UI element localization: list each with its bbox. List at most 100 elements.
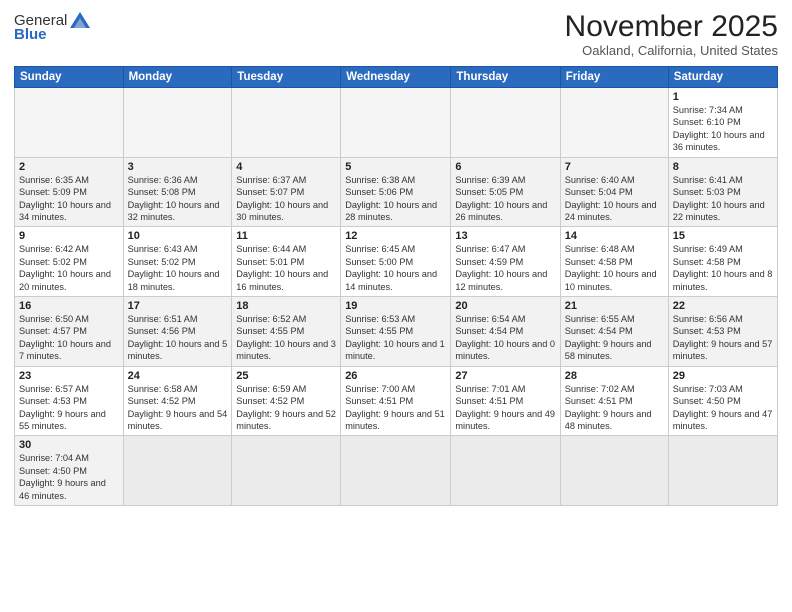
day-number: 30 (19, 439, 119, 451)
calendar-cell: 7Sunrise: 6:40 AM Sunset: 5:04 PM Daylig… (560, 157, 668, 227)
calendar-cell (232, 88, 341, 158)
day-info: Sunrise: 6:43 AM Sunset: 5:02 PM Dayligh… (128, 243, 228, 293)
day-info: Sunrise: 6:42 AM Sunset: 5:02 PM Dayligh… (19, 243, 119, 293)
day-number: 28 (565, 370, 664, 382)
calendar-cell: 24Sunrise: 6:58 AM Sunset: 4:52 PM Dayli… (123, 366, 232, 436)
day-number: 7 (565, 161, 664, 173)
day-info: Sunrise: 7:00 AM Sunset: 4:51 PM Dayligh… (345, 383, 446, 433)
day-number: 23 (19, 370, 119, 382)
calendar-week-row: 30Sunrise: 7:04 AM Sunset: 4:50 PM Dayli… (15, 436, 778, 506)
day-info: Sunrise: 6:47 AM Sunset: 4:59 PM Dayligh… (455, 243, 555, 293)
calendar-cell: 25Sunrise: 6:59 AM Sunset: 4:52 PM Dayli… (232, 366, 341, 436)
calendar-cell (668, 436, 777, 506)
calendar-cell: 17Sunrise: 6:51 AM Sunset: 4:56 PM Dayli… (123, 297, 232, 367)
day-info: Sunrise: 6:44 AM Sunset: 5:01 PM Dayligh… (236, 243, 336, 293)
day-info: Sunrise: 6:35 AM Sunset: 5:09 PM Dayligh… (19, 174, 119, 224)
calendar-cell: 30Sunrise: 7:04 AM Sunset: 4:50 PM Dayli… (15, 436, 124, 506)
header-monday: Monday (123, 67, 232, 88)
calendar-cell (560, 436, 668, 506)
calendar-cell: 4Sunrise: 6:37 AM Sunset: 5:07 PM Daylig… (232, 157, 341, 227)
calendar-cell (15, 88, 124, 158)
title-area: November 2025 Oakland, California, Unite… (565, 10, 778, 58)
calendar-cell (451, 88, 560, 158)
calendar-cell: 1Sunrise: 7:34 AM Sunset: 6:10 PM Daylig… (668, 88, 777, 158)
day-info: Sunrise: 7:01 AM Sunset: 4:51 PM Dayligh… (455, 383, 555, 433)
day-info: Sunrise: 6:53 AM Sunset: 4:55 PM Dayligh… (345, 313, 446, 363)
calendar-week-row: 9Sunrise: 6:42 AM Sunset: 5:02 PM Daylig… (15, 227, 778, 297)
day-number: 10 (128, 230, 228, 242)
day-number: 24 (128, 370, 228, 382)
day-number: 12 (345, 230, 446, 242)
calendar-cell: 12Sunrise: 6:45 AM Sunset: 5:00 PM Dayli… (341, 227, 451, 297)
calendar-week-row: 23Sunrise: 6:57 AM Sunset: 4:53 PM Dayli… (15, 366, 778, 436)
calendar-week-row: 2Sunrise: 6:35 AM Sunset: 5:09 PM Daylig… (15, 157, 778, 227)
day-number: 16 (19, 300, 119, 312)
day-number: 6 (455, 161, 555, 173)
calendar-cell: 9Sunrise: 6:42 AM Sunset: 5:02 PM Daylig… (15, 227, 124, 297)
header-sunday: Sunday (15, 67, 124, 88)
calendar: Sunday Monday Tuesday Wednesday Thursday… (14, 66, 778, 506)
calendar-cell (232, 436, 341, 506)
logo-icon (69, 10, 91, 30)
calendar-cell: 26Sunrise: 7:00 AM Sunset: 4:51 PM Dayli… (341, 366, 451, 436)
day-info: Sunrise: 6:54 AM Sunset: 4:54 PM Dayligh… (455, 313, 555, 363)
calendar-cell: 8Sunrise: 6:41 AM Sunset: 5:03 PM Daylig… (668, 157, 777, 227)
calendar-cell: 3Sunrise: 6:36 AM Sunset: 5:08 PM Daylig… (123, 157, 232, 227)
month-title: November 2025 (565, 10, 778, 43)
calendar-week-row: 1Sunrise: 7:34 AM Sunset: 6:10 PM Daylig… (15, 88, 778, 158)
calendar-cell: 19Sunrise: 6:53 AM Sunset: 4:55 PM Dayli… (341, 297, 451, 367)
day-info: Sunrise: 6:36 AM Sunset: 5:08 PM Dayligh… (128, 174, 228, 224)
calendar-cell: 27Sunrise: 7:01 AM Sunset: 4:51 PM Dayli… (451, 366, 560, 436)
day-info: Sunrise: 6:50 AM Sunset: 4:57 PM Dayligh… (19, 313, 119, 363)
day-number: 5 (345, 161, 446, 173)
calendar-cell: 13Sunrise: 6:47 AM Sunset: 4:59 PM Dayli… (451, 227, 560, 297)
calendar-cell: 23Sunrise: 6:57 AM Sunset: 4:53 PM Dayli… (15, 366, 124, 436)
calendar-cell: 14Sunrise: 6:48 AM Sunset: 4:58 PM Dayli… (560, 227, 668, 297)
day-number: 27 (455, 370, 555, 382)
calendar-cell: 20Sunrise: 6:54 AM Sunset: 4:54 PM Dayli… (451, 297, 560, 367)
day-number: 15 (673, 230, 773, 242)
day-info: Sunrise: 6:57 AM Sunset: 4:53 PM Dayligh… (19, 383, 119, 433)
logo-blue: Blue (14, 26, 47, 43)
header-tuesday: Tuesday (232, 67, 341, 88)
day-number: 14 (565, 230, 664, 242)
day-info: Sunrise: 6:45 AM Sunset: 5:00 PM Dayligh… (345, 243, 446, 293)
header-wednesday: Wednesday (341, 67, 451, 88)
day-info: Sunrise: 6:41 AM Sunset: 5:03 PM Dayligh… (673, 174, 773, 224)
day-info: Sunrise: 6:48 AM Sunset: 4:58 PM Dayligh… (565, 243, 664, 293)
day-number: 2 (19, 161, 119, 173)
calendar-cell: 15Sunrise: 6:49 AM Sunset: 4:58 PM Dayli… (668, 227, 777, 297)
calendar-cell (560, 88, 668, 158)
day-info: Sunrise: 6:56 AM Sunset: 4:53 PM Dayligh… (673, 313, 773, 363)
header-saturday: Saturday (668, 67, 777, 88)
calendar-cell: 16Sunrise: 6:50 AM Sunset: 4:57 PM Dayli… (15, 297, 124, 367)
day-info: Sunrise: 6:40 AM Sunset: 5:04 PM Dayligh… (565, 174, 664, 224)
day-info: Sunrise: 7:02 AM Sunset: 4:51 PM Dayligh… (565, 383, 664, 433)
calendar-cell: 2Sunrise: 6:35 AM Sunset: 5:09 PM Daylig… (15, 157, 124, 227)
calendar-cell (341, 436, 451, 506)
day-number: 22 (673, 300, 773, 312)
calendar-header-row: Sunday Monday Tuesday Wednesday Thursday… (15, 67, 778, 88)
page: General Blue November 2025 Oakland, Cali… (0, 0, 792, 612)
day-number: 1 (673, 91, 773, 103)
location-title: Oakland, California, United States (565, 43, 778, 58)
calendar-cell: 29Sunrise: 7:03 AM Sunset: 4:50 PM Dayli… (668, 366, 777, 436)
day-number: 20 (455, 300, 555, 312)
day-number: 26 (345, 370, 446, 382)
day-info: Sunrise: 6:39 AM Sunset: 5:05 PM Dayligh… (455, 174, 555, 224)
calendar-cell: 6Sunrise: 6:39 AM Sunset: 5:05 PM Daylig… (451, 157, 560, 227)
day-number: 18 (236, 300, 336, 312)
day-info: Sunrise: 6:49 AM Sunset: 4:58 PM Dayligh… (673, 243, 773, 293)
day-info: Sunrise: 6:37 AM Sunset: 5:07 PM Dayligh… (236, 174, 336, 224)
day-number: 29 (673, 370, 773, 382)
calendar-cell: 18Sunrise: 6:52 AM Sunset: 4:55 PM Dayli… (232, 297, 341, 367)
day-number: 19 (345, 300, 446, 312)
calendar-cell: 10Sunrise: 6:43 AM Sunset: 5:02 PM Dayli… (123, 227, 232, 297)
calendar-cell (123, 88, 232, 158)
day-info: Sunrise: 6:55 AM Sunset: 4:54 PM Dayligh… (565, 313, 664, 363)
day-number: 3 (128, 161, 228, 173)
header: General Blue November 2025 Oakland, Cali… (14, 10, 778, 58)
calendar-cell: 28Sunrise: 7:02 AM Sunset: 4:51 PM Dayli… (560, 366, 668, 436)
calendar-cell: 21Sunrise: 6:55 AM Sunset: 4:54 PM Dayli… (560, 297, 668, 367)
calendar-cell: 22Sunrise: 6:56 AM Sunset: 4:53 PM Dayli… (668, 297, 777, 367)
